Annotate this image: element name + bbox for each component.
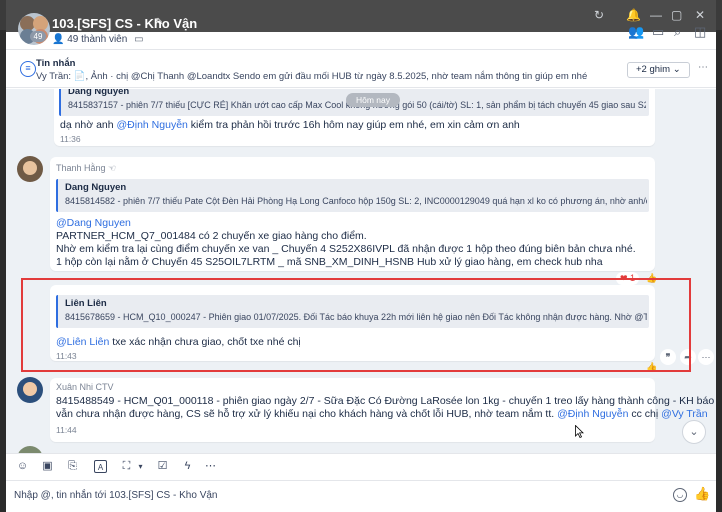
message-text: dạ nhờ anh @Định Nguyễn kiểm tra phản hồ… <box>60 119 520 131</box>
more-icon[interactable]: ⋯ <box>698 62 708 73</box>
highlight-box <box>21 278 691 372</box>
mention-link[interactable]: @Dang Nguyen <box>56 217 131 229</box>
chevron-down-icon[interactable]: ▾ <box>134 460 147 473</box>
message-time: 11:44 <box>56 425 77 435</box>
video-call-icon[interactable]: ▭ <box>652 24 664 40</box>
more-pins-button[interactable]: +2 ghim ⌄ <box>627 62 690 78</box>
avatar[interactable] <box>17 446 43 453</box>
message-time: 11:36 <box>60 134 81 144</box>
add-member-icon[interactable]: 👥 <box>628 24 644 40</box>
message-line: 1 hộp còn lại nằm ở Chuyến 45 S25OIL7LRT… <box>56 256 603 268</box>
quote-author: Dang Nguyen <box>65 182 127 193</box>
avatar[interactable] <box>17 156 43 182</box>
message-composer[interactable]: Nhập @, tin nhắn tới 103.[SFS] CS - Kho … <box>6 480 716 512</box>
attach-icon[interactable]: ⎘ <box>66 460 79 473</box>
message-list[interactable]: Dang Nguyen 8415837157 - phiên 7/7 thiếu… <box>6 89 716 453</box>
chevron-down-icon: ⌄ <box>689 426 699 438</box>
avatar[interactable] <box>17 377 43 403</box>
message-input[interactable]: Nhập @, tin nhắn tới 103.[SFS] CS - Kho … <box>14 490 217 501</box>
minimize-icon[interactable]: — <box>650 8 662 22</box>
chevron-down-icon: ⌄ <box>672 64 681 75</box>
message-bubble[interactable]: Xuân Nhi CTV 8415488549 - HCM_Q01_000118… <box>50 378 716 442</box>
member-count-badge: 49 <box>30 31 46 42</box>
sender-name[interactable]: Xuân Nhi CTV <box>56 382 114 392</box>
person-icon: 👤 <box>52 34 65 45</box>
like-icon[interactable]: 👍 <box>694 486 710 502</box>
mention-link[interactable]: @Vy Trần <box>661 408 707 420</box>
message-line: PARTNER_HCM_Q7_001484 có 2 chuyến xe gia… <box>56 230 367 242</box>
emoji-icon[interactable]: ◡ <box>673 488 687 502</box>
flash-icon[interactable]: ϟ <box>181 460 194 473</box>
tag-icon[interactable]: ▭ <box>134 34 143 45</box>
quote-text: 8415814582 - phiên 7/7 thiếu Pate Cột Đè… <box>65 196 647 206</box>
member-count-text: 49 thành viên <box>67 34 128 45</box>
composer-toolbar: ☺ ▣ ⎘ A ⛶ ▾ ☑ ϟ ⋯ <box>6 453 716 480</box>
chat-window: 49 103.[SFS] CS - Kho Vận ✎ 👤 49 thành v… <box>6 0 716 512</box>
close-icon[interactable]: ✕ <box>695 8 705 22</box>
mouse-cursor-icon <box>575 425 584 438</box>
search-icon[interactable]: ⌕ <box>674 24 681 40</box>
pinned-message-icon: ≡ <box>20 61 36 77</box>
message-line: vẫn chưa nhận được hàng, CS sẽ hỗ trợ xử… <box>56 408 708 420</box>
chat-header: 49 103.[SFS] CS - Kho Vận ✎ 👤 49 thành v… <box>6 0 716 50</box>
more-actions-icon[interactable]: ⋯ <box>698 349 714 365</box>
more-icon[interactable]: ⋯ <box>204 460 217 473</box>
edit-name-icon[interactable]: ✎ <box>155 17 167 29</box>
mention-link[interactable]: @Định Nguyễn <box>557 408 628 420</box>
quoted-message[interactable]: Dang Nguyen 8415814582 - phiên 7/7 thiếu… <box>56 179 649 212</box>
quote-author: Dang Nguyen <box>68 89 130 97</box>
pinned-bar[interactable]: ≡ Tin nhắn Vy Trần: 📄, Ảnh · chị @Chị Th… <box>6 51 716 88</box>
scroll-down-button[interactable]: ⌄ <box>682 420 706 444</box>
pinned-preview: Vy Trần: 📄, Ảnh · chị @Chị Thanh @Loandt… <box>36 71 588 82</box>
refresh-icon[interactable]: ↻ <box>594 8 604 22</box>
screenshot-icon[interactable]: ⛶ <box>120 460 133 473</box>
image-icon[interactable]: ▣ <box>41 460 54 473</box>
mention-link[interactable]: @Định Nguyễn <box>117 119 188 131</box>
message-bubble[interactable]: Thanh Hằng ☜ Dang Nguyen 8415814582 - ph… <box>50 157 655 271</box>
maximize-icon[interactable]: ▢ <box>671 8 682 22</box>
bell-icon[interactable]: 🔔 <box>626 8 641 22</box>
sidebar-toggle-icon[interactable]: ◫ <box>694 24 706 40</box>
message-line: Nhờ em kiểm tra lại cùng điểm chuyến xe … <box>56 243 636 255</box>
message-line: 8415488549 - HCM_Q01_000118 - phiên giao… <box>56 395 716 407</box>
more-pins-label: +2 ghim <box>636 64 671 75</box>
chat-title[interactable]: 103.[SFS] CS - Kho Vận <box>52 16 197 31</box>
pinned-title: Tin nhắn <box>36 58 76 69</box>
date-divider: Hôm nay <box>346 93 401 107</box>
sticker-icon[interactable]: ☺ <box>16 460 29 473</box>
text-format-icon[interactable]: A <box>94 460 107 473</box>
task-icon[interactable]: ☑ <box>156 460 169 473</box>
member-count[interactable]: 👤 49 thành viên ▭ <box>52 34 144 45</box>
sender-name[interactable]: Thanh Hằng ☜ <box>56 163 116 174</box>
